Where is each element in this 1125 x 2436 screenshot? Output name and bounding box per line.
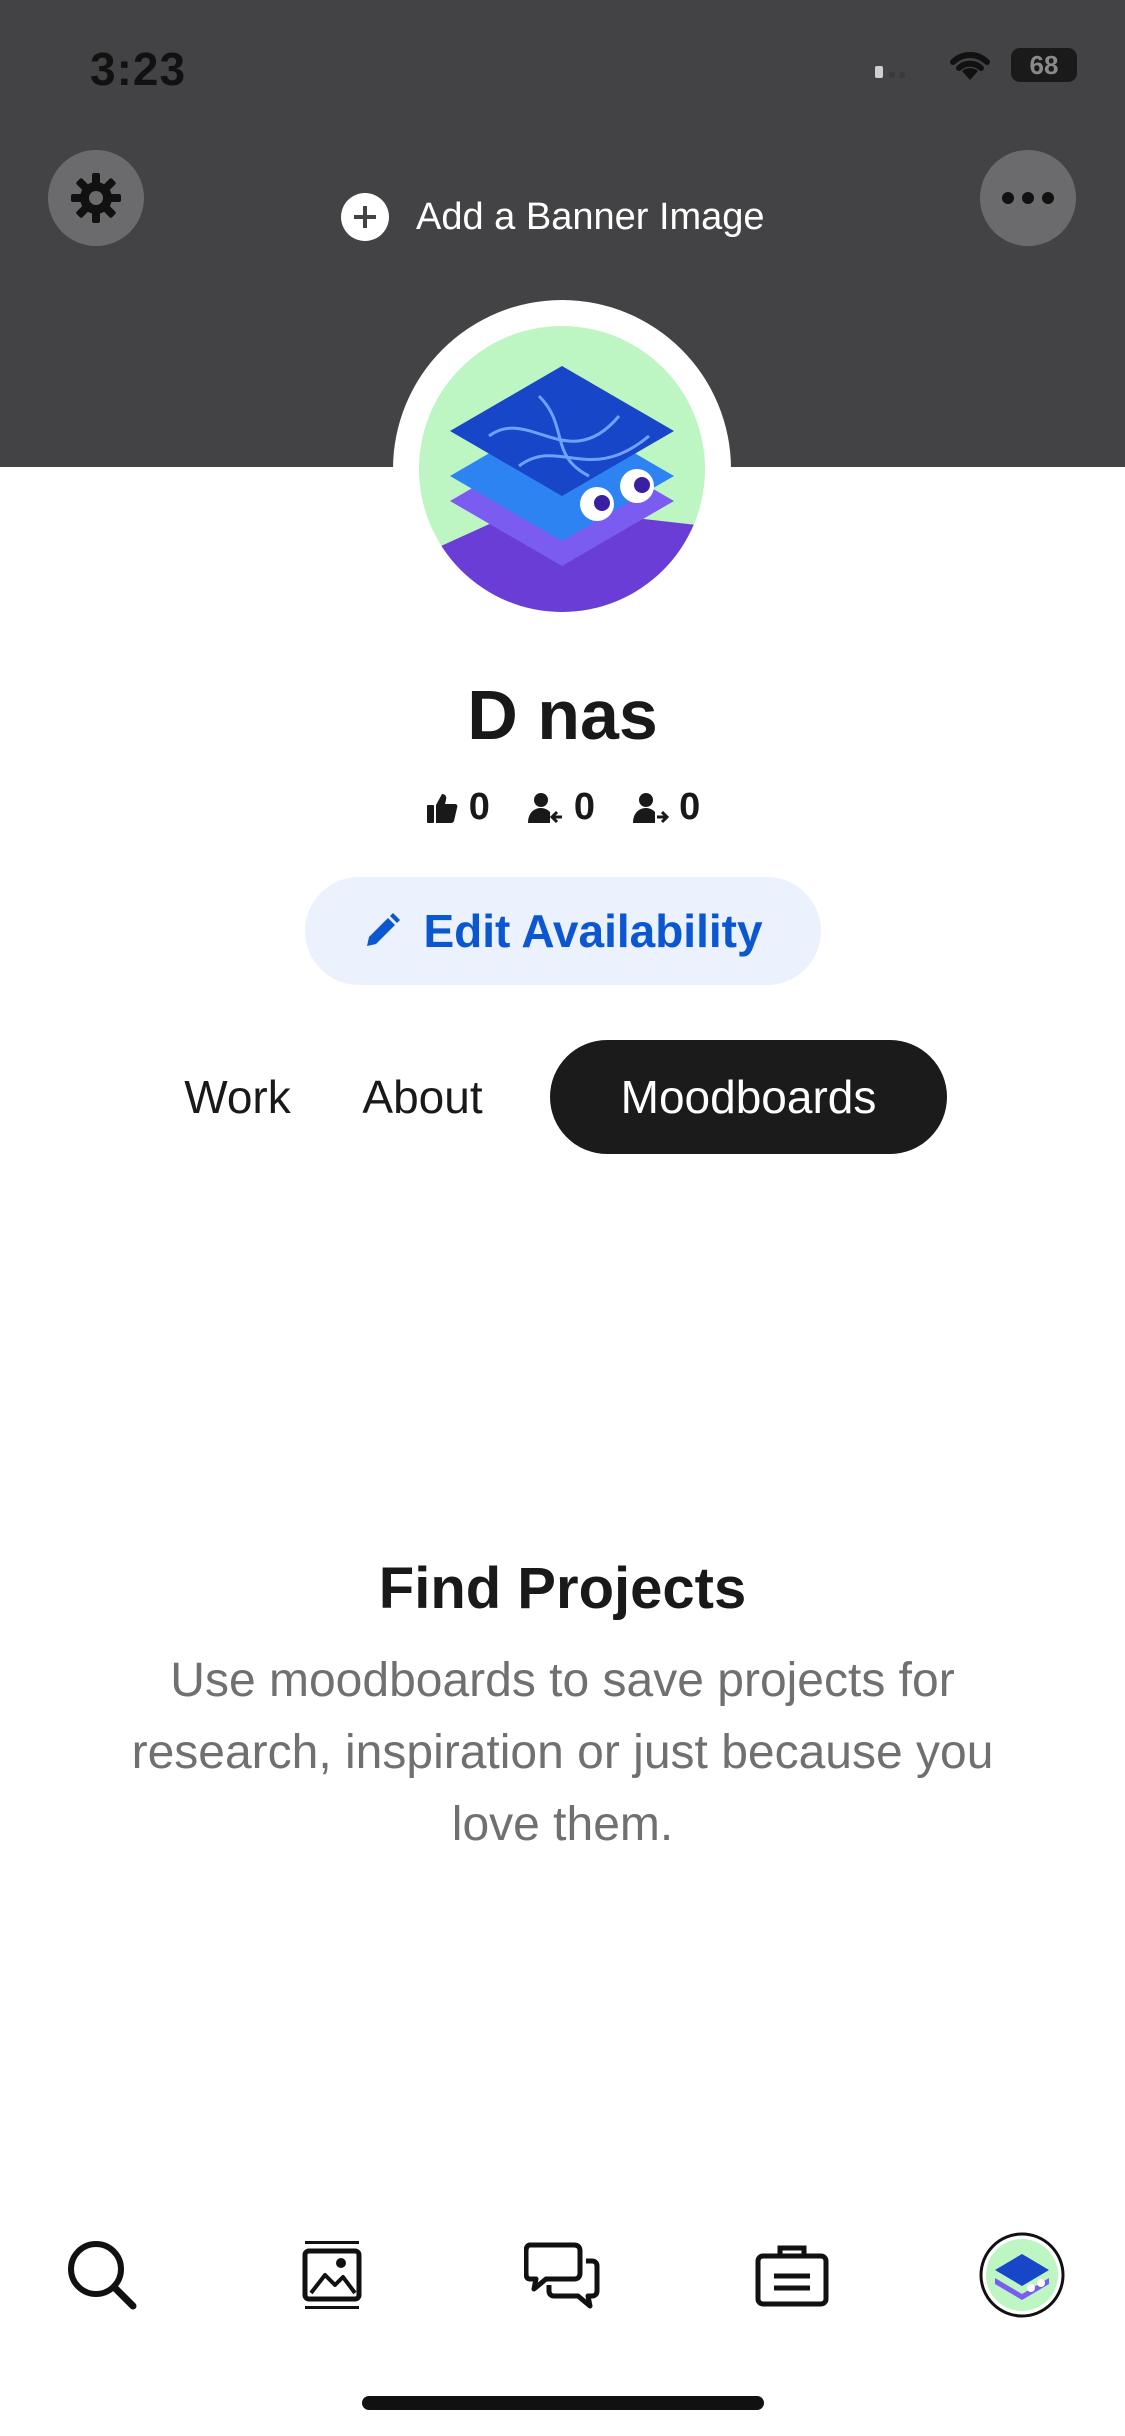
profile-avatar (419, 326, 705, 612)
nav-search[interactable] (42, 2215, 162, 2335)
add-banner-label: Add a Banner Image (416, 195, 765, 238)
appreciations-count: 0 (468, 786, 490, 828)
profile-name: D nas (467, 676, 658, 754)
following-icon (633, 792, 670, 823)
followers-stat[interactable]: 0 (526, 786, 595, 829)
wifi-icon (950, 51, 990, 80)
chat-icon (524, 2242, 600, 2309)
follower-icon (527, 792, 562, 823)
battery-icon: 68 (1011, 48, 1077, 82)
add-banner-button[interactable]: Add a Banner Image (340, 192, 765, 242)
appreciations-stat: 0 (425, 786, 490, 829)
profile-tabs: Work About Moodboards (0, 1040, 1125, 1154)
tab-moodboards[interactable]: Moodboards (550, 1040, 947, 1154)
thumbs-up-icon (426, 793, 458, 823)
status-time: 3:23 (90, 43, 187, 95)
pencil-icon (367, 913, 401, 946)
following-stat[interactable]: 0 (631, 786, 700, 829)
empty-state-description: Use moodboards to save projects for rese… (131, 1654, 994, 1851)
tab-about[interactable]: About (345, 1040, 500, 1154)
home-indicator[interactable] (362, 2396, 764, 2410)
briefcase-icon (755, 2245, 829, 2307)
avatar-icon (979, 2232, 1065, 2318)
profile-stats: 0 0 0 (0, 786, 1125, 829)
tab-work[interactable]: Work (170, 1040, 305, 1154)
layers-illustration-icon (419, 366, 705, 612)
edit-availability-button[interactable]: Edit Availability (305, 877, 821, 985)
image-icon (302, 2241, 362, 2309)
gear-icon (71, 173, 121, 223)
followers-count: 0 (573, 786, 596, 828)
nav-jobs[interactable] (732, 2215, 852, 2335)
nav-profile[interactable] (962, 2215, 1082, 2335)
bottom-nav (0, 2215, 1125, 2335)
status-icons: 68 (873, 48, 1077, 82)
nav-gallery[interactable] (272, 2215, 392, 2335)
empty-state-title: Find Projects (378, 1556, 747, 1621)
search-icon (68, 2241, 137, 2310)
edit-availability-label: Edit Availability (423, 905, 763, 957)
signal-icon (875, 66, 905, 78)
profile-avatar-ring[interactable] (393, 300, 731, 638)
following-count: 0 (679, 786, 701, 828)
nav-messages[interactable] (502, 2215, 622, 2335)
plus-circle-icon (341, 193, 389, 241)
more-options-button[interactable] (980, 150, 1076, 246)
ellipsis-icon (1002, 192, 1054, 204)
settings-button[interactable] (48, 150, 144, 246)
